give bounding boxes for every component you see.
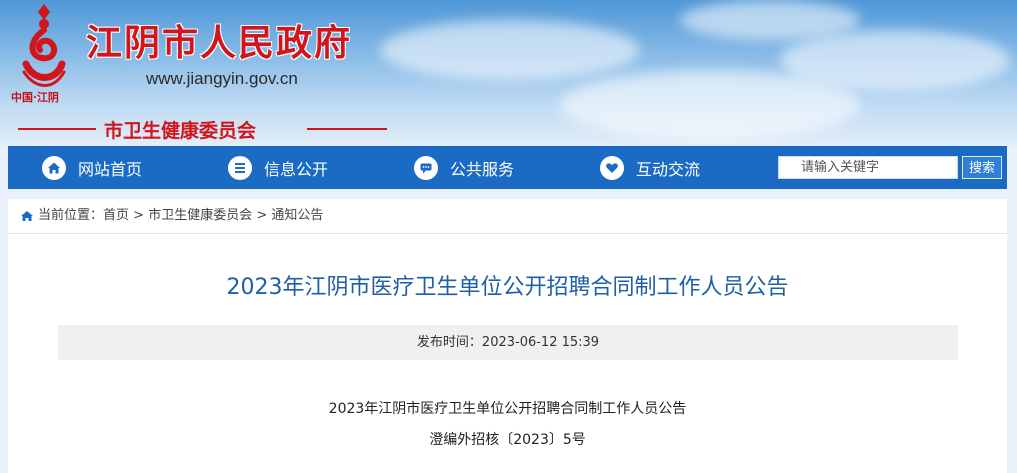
nav-item-label: 公共服务 xyxy=(450,159,515,179)
logo-caption: 中国·江阴 xyxy=(11,91,59,104)
site-header: 中国·江阴 江阴市人民政府 www.jiangyin.gov.cn 市卫生健康委… xyxy=(0,0,1017,146)
department-name: 市卫生健康委员会 xyxy=(104,120,257,142)
search-button[interactable]: 搜索 xyxy=(962,156,1002,179)
publish-label: 发布时间： xyxy=(416,335,482,350)
breadcrumb-item-notices[interactable]: 通知公告 xyxy=(271,208,323,223)
city-logo-icon[interactable] xyxy=(14,2,72,90)
heart-icon xyxy=(600,155,624,180)
breadcrumb-separator: > xyxy=(129,208,149,223)
breadcrumb-separator: > xyxy=(252,208,272,223)
search-input[interactable]: 请输入关键字 xyxy=(778,156,958,179)
site-title[interactable]: 江阴市人民政府 xyxy=(86,14,352,66)
breadcrumb-prefix: 当前位置： xyxy=(38,208,104,223)
nav-item-label: 网站首页 xyxy=(78,159,143,179)
sky-cloud xyxy=(680,0,860,40)
breadcrumb: 当前位置：首页 > 市卫生健康委员会 > 通知公告 xyxy=(8,199,1007,234)
nav-item-interaction[interactable]: 互动交流 xyxy=(600,146,700,189)
main-nav: 网站首页 信息公开 公共服务 互动交流 请输入关键字 搜索 xyxy=(8,146,1007,189)
nav-item-label: 信息公开 xyxy=(264,159,329,179)
nav-item-public-service[interactable]: 公共服务 xyxy=(414,146,514,189)
location-home-icon xyxy=(21,211,33,221)
site-url: www.jiangyin.gov.cn xyxy=(146,69,298,88)
article-body-title: 2023年江阴市医疗卫生单位公开招聘合同制工作人员公告 xyxy=(328,401,687,417)
divider-line xyxy=(307,128,387,130)
list-icon xyxy=(228,155,252,180)
sky-cloud xyxy=(780,30,1010,90)
breadcrumb-item-department[interactable]: 市卫生健康委员会 xyxy=(148,208,252,223)
divider-line xyxy=(18,128,96,130)
nav-item-home[interactable]: 网站首页 xyxy=(42,146,142,189)
article-title: 2023年江阴市医疗卫生单位公开招聘合同制工作人员公告 xyxy=(226,275,789,300)
sky-cloud xyxy=(380,20,640,80)
breadcrumb-item-home[interactable]: 首页 xyxy=(103,208,129,223)
home-icon xyxy=(42,155,66,180)
content-panel: 当前位置：首页 > 市卫生健康委员会 > 通知公告 2023年江阴市医疗卫生单位… xyxy=(8,199,1007,473)
document-number: 澄编外招核〔2023〕5号 xyxy=(429,432,586,448)
publish-time: 2023-06-12 15:39 xyxy=(481,335,600,350)
nav-item-label: 互动交流 xyxy=(636,159,701,179)
chat-icon xyxy=(414,155,438,180)
nav-item-info-disclosure[interactable]: 信息公开 xyxy=(228,146,328,189)
publish-info: 发布时间：2023-06-12 15:39 xyxy=(58,325,958,360)
breadcrumb-trail: 当前位置：首页 > 市卫生健康委员会 > 通知公告 xyxy=(38,199,323,233)
